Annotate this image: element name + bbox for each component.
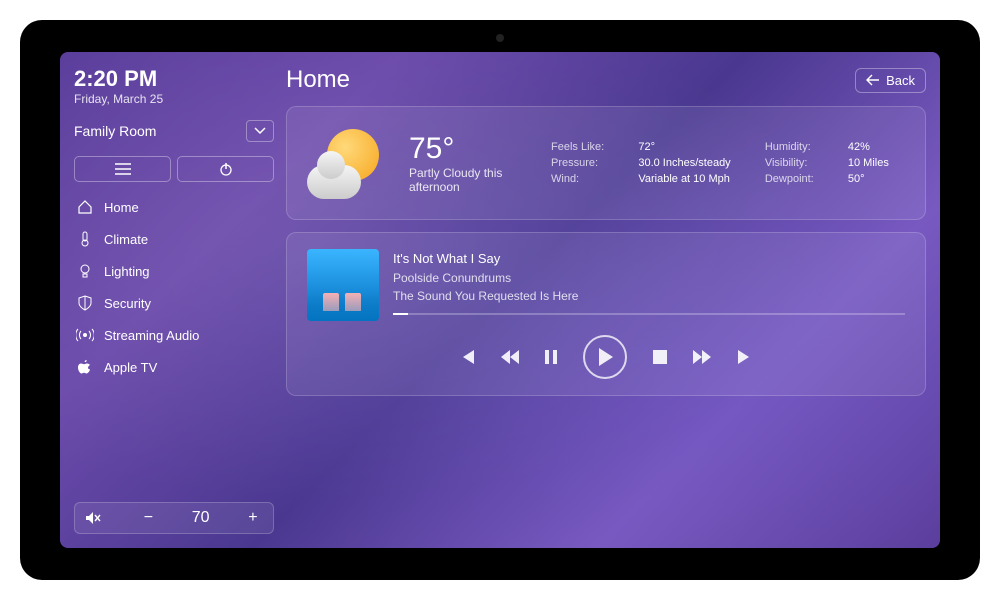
pressure-label: Pressure: (551, 157, 620, 169)
rewind-button[interactable] (501, 350, 519, 364)
chevron-down-icon[interactable] (246, 120, 274, 142)
dewpoint-label: Dewpoint: (765, 173, 830, 185)
nav-item-home[interactable]: Home (74, 192, 274, 222)
track-title: It's Not What I Say (393, 249, 905, 269)
progress-bar[interactable] (393, 313, 905, 315)
track-info: It's Not What I Say Poolside Conundrums … (393, 249, 905, 315)
nav-label: Lighting (104, 264, 150, 279)
nav-label: Apple TV (104, 360, 157, 375)
clock-time: 2:20 PM (74, 66, 274, 92)
weather-card: 75° Partly Cloudy this afternoon Feels L… (286, 106, 926, 220)
nav-item-streaming[interactable]: Streaming Audio (74, 320, 274, 350)
nav-label: Home (104, 200, 139, 215)
nav-item-climate[interactable]: Climate (74, 224, 274, 254)
volume-up-button[interactable]: + (243, 509, 263, 527)
apple-icon (76, 358, 94, 376)
page-title: Home (286, 66, 350, 94)
weather-icon (307, 123, 387, 203)
wind-label: Wind: (551, 173, 620, 185)
visibility-value: 10 Miles (848, 157, 905, 169)
media-controls (307, 335, 905, 379)
screen: 2:20 PM Friday, March 25 Family Room (60, 52, 940, 548)
nav-label: Climate (104, 232, 148, 247)
skip-back-button[interactable] (459, 350, 475, 364)
camera-dot (496, 34, 504, 42)
home-icon (76, 198, 94, 216)
nav-label: Security (104, 296, 151, 311)
album-art (307, 249, 379, 321)
track-album: The Sound You Requested Is Here (393, 287, 905, 305)
skip-forward-button[interactable] (737, 350, 753, 364)
nav-item-appletv[interactable]: Apple TV (74, 352, 274, 382)
media-card: It's Not What I Say Poolside Conundrums … (286, 232, 926, 396)
page-header: Home Back (286, 66, 926, 94)
volume-down-button[interactable]: − (138, 509, 158, 527)
main-content: Home Back 75° Partly Cloudy this afterno… (286, 66, 926, 534)
feels-like-label: Feels Like: (551, 141, 620, 153)
power-button[interactable] (177, 156, 274, 182)
nav-item-lighting[interactable]: Lighting (74, 256, 274, 286)
nav-label: Streaming Audio (104, 328, 199, 343)
track-artist: Poolside Conundrums (393, 269, 905, 287)
menu-button[interactable] (74, 156, 171, 182)
shield-icon (76, 294, 94, 312)
sidebar: 2:20 PM Friday, March 25 Family Room (74, 66, 274, 534)
mute-button[interactable] (85, 511, 105, 525)
stop-button[interactable] (653, 350, 667, 364)
weather-main: 75° Partly Cloudy this afternoon (409, 132, 529, 194)
visibility-label: Visibility: (765, 157, 830, 169)
humidity-value: 42% (848, 141, 905, 153)
temperature: 75° (409, 132, 529, 166)
volume-control: − 70 + (74, 502, 274, 534)
media-info: It's Not What I Say Poolside Conundrums … (307, 249, 905, 321)
volume-level: 70 (192, 509, 210, 527)
cloud-icon (307, 165, 361, 199)
power-icon (219, 162, 233, 176)
pause-button[interactable] (545, 350, 557, 364)
nav-item-security[interactable]: Security (74, 288, 274, 318)
back-label: Back (886, 73, 915, 88)
clock-block: 2:20 PM Friday, March 25 (74, 66, 274, 106)
back-button[interactable]: Back (855, 68, 926, 93)
dewpoint-value: 50° (848, 173, 905, 185)
pressure-value: 30.0 Inches/steady (638, 157, 746, 169)
thermometer-icon (76, 230, 94, 248)
tablet-frame: 2:20 PM Friday, March 25 Family Room (20, 20, 980, 580)
nav-list: Home Climate Lighting Security Streaming… (74, 192, 274, 382)
weather-details: Feels Like: 72° Humidity: 42% Pressure: … (551, 141, 905, 185)
quick-actions (74, 156, 274, 182)
back-arrow-icon (866, 74, 880, 86)
fast-forward-button[interactable] (693, 350, 711, 364)
clock-date: Friday, March 25 (74, 92, 274, 106)
humidity-label: Humidity: (765, 141, 830, 153)
audio-icon (76, 326, 94, 344)
room-selector[interactable]: Family Room (74, 116, 274, 146)
room-label: Family Room (74, 123, 156, 139)
play-button[interactable] (583, 335, 627, 379)
hamburger-icon (115, 163, 131, 175)
condition-text: Partly Cloudy this afternoon (409, 166, 529, 194)
wind-value: Variable at 10 Mph (638, 173, 746, 185)
feels-like-value: 72° (638, 141, 746, 153)
bulb-icon (76, 262, 94, 280)
